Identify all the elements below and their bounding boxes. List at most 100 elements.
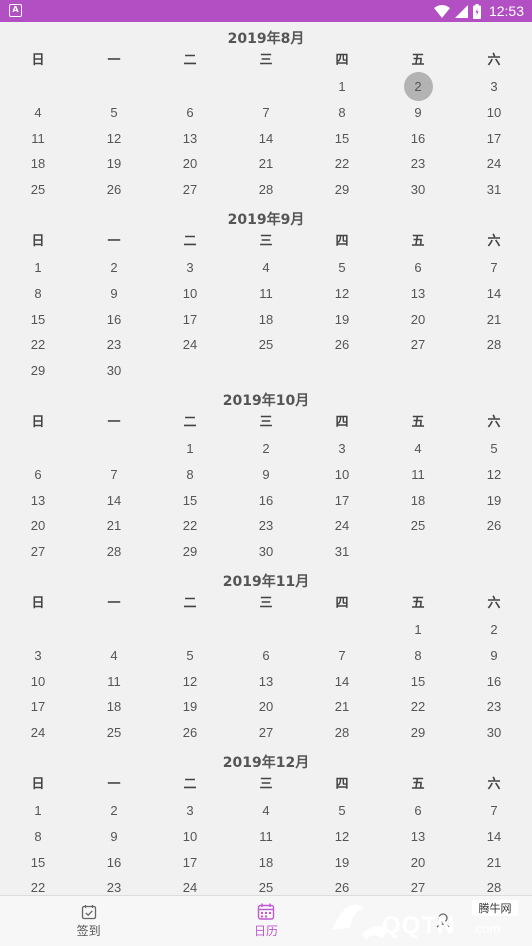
day-cell[interactable]: 26 bbox=[152, 720, 228, 746]
day-cell[interactable]: 5 bbox=[304, 798, 380, 824]
day-cell[interactable]: 14 bbox=[456, 824, 532, 850]
day-cell[interactable]: 17 bbox=[304, 488, 380, 514]
day-cell[interactable]: 12 bbox=[456, 462, 532, 488]
day-cell[interactable]: 22 bbox=[304, 151, 380, 177]
day-cell[interactable]: 6 bbox=[0, 462, 76, 488]
day-cell[interactable]: 24 bbox=[152, 332, 228, 358]
day-cell[interactable]: 13 bbox=[380, 824, 456, 850]
day-cell[interactable]: 26 bbox=[76, 177, 152, 203]
day-cell[interactable]: 16 bbox=[76, 850, 152, 876]
day-cell[interactable]: 6 bbox=[380, 798, 456, 824]
day-cell[interactable]: 12 bbox=[76, 126, 152, 152]
day-cell[interactable]: 14 bbox=[304, 669, 380, 695]
day-cell[interactable]: 3 bbox=[0, 643, 76, 669]
day-cell[interactable]: 4 bbox=[228, 798, 304, 824]
day-cell[interactable]: 22 bbox=[380, 694, 456, 720]
day-cell[interactable]: 11 bbox=[228, 281, 304, 307]
day-cell[interactable]: 3 bbox=[152, 798, 228, 824]
day-cell[interactable]: 2 bbox=[228, 436, 304, 462]
day-cell[interactable]: 26 bbox=[304, 332, 380, 358]
day-cell[interactable]: 9 bbox=[380, 100, 456, 126]
day-cell[interactable]: 2 bbox=[456, 617, 532, 643]
day-cell[interactable]: 8 bbox=[380, 643, 456, 669]
day-cell[interactable]: 13 bbox=[228, 669, 304, 695]
day-cell[interactable]: 7 bbox=[456, 255, 532, 281]
day-cell[interactable]: 13 bbox=[0, 488, 76, 514]
day-cell[interactable]: 28 bbox=[456, 875, 532, 895]
day-cell[interactable]: 10 bbox=[152, 824, 228, 850]
day-cell[interactable]: 15 bbox=[380, 669, 456, 695]
day-cell[interactable]: 26 bbox=[456, 513, 532, 539]
day-cell[interactable]: 19 bbox=[76, 151, 152, 177]
day-cell[interactable]: 18 bbox=[228, 307, 304, 333]
day-cell[interactable]: 24 bbox=[0, 720, 76, 746]
day-cell[interactable]: 15 bbox=[304, 126, 380, 152]
day-cell[interactable]: 11 bbox=[76, 669, 152, 695]
day-cell[interactable]: 31 bbox=[456, 177, 532, 203]
day-cell[interactable]: 16 bbox=[456, 669, 532, 695]
day-cell[interactable]: 25 bbox=[76, 720, 152, 746]
day-cell[interactable]: 5 bbox=[456, 436, 532, 462]
day-cell[interactable]: 7 bbox=[76, 462, 152, 488]
day-cell[interactable]: 28 bbox=[304, 720, 380, 746]
day-cell[interactable]: 23 bbox=[76, 332, 152, 358]
day-cell[interactable]: 3 bbox=[152, 255, 228, 281]
day-cell[interactable]: 10 bbox=[456, 100, 532, 126]
day-cell[interactable]: 19 bbox=[304, 850, 380, 876]
day-cell[interactable]: 11 bbox=[380, 462, 456, 488]
day-cell[interactable]: 28 bbox=[76, 539, 152, 565]
day-cell[interactable]: 17 bbox=[456, 126, 532, 152]
day-cell[interactable]: 7 bbox=[228, 100, 304, 126]
day-cell[interactable]: 4 bbox=[76, 643, 152, 669]
day-cell[interactable]: 25 bbox=[228, 332, 304, 358]
day-cell[interactable]: 21 bbox=[228, 151, 304, 177]
day-cell[interactable]: 24 bbox=[456, 151, 532, 177]
day-cell[interactable]: 14 bbox=[76, 488, 152, 514]
day-cell[interactable]: 20 bbox=[380, 850, 456, 876]
day-cell[interactable]: 13 bbox=[380, 281, 456, 307]
day-cell[interactable]: 1 bbox=[304, 74, 380, 100]
day-cell[interactable]: 29 bbox=[304, 177, 380, 203]
day-cell[interactable]: 27 bbox=[228, 720, 304, 746]
day-cell[interactable]: 13 bbox=[152, 126, 228, 152]
day-cell[interactable]: 6 bbox=[380, 255, 456, 281]
day-cell[interactable]: 3 bbox=[456, 74, 532, 100]
day-cell[interactable]: 27 bbox=[380, 875, 456, 895]
day-cell[interactable]: 21 bbox=[76, 513, 152, 539]
day-cell[interactable]: 1 bbox=[0, 255, 76, 281]
day-cell[interactable]: 19 bbox=[456, 488, 532, 514]
day-cell[interactable]: 27 bbox=[380, 332, 456, 358]
day-cell[interactable]: 10 bbox=[152, 281, 228, 307]
day-cell[interactable]: 18 bbox=[228, 850, 304, 876]
day-cell[interactable]: 4 bbox=[228, 255, 304, 281]
day-cell[interactable]: 20 bbox=[228, 694, 304, 720]
day-cell[interactable]: 16 bbox=[228, 488, 304, 514]
day-cell[interactable]: 23 bbox=[456, 694, 532, 720]
day-cell[interactable]: 20 bbox=[0, 513, 76, 539]
day-cell[interactable]: 3 bbox=[304, 436, 380, 462]
day-cell[interactable]: 20 bbox=[152, 151, 228, 177]
day-cell[interactable]: 23 bbox=[380, 151, 456, 177]
day-cell[interactable]: 10 bbox=[0, 669, 76, 695]
day-cell[interactable]: 30 bbox=[456, 720, 532, 746]
nav-calendar[interactable]: 日历 bbox=[177, 896, 354, 946]
day-cell[interactable]: 29 bbox=[0, 358, 76, 384]
day-cell[interactable]: 21 bbox=[456, 307, 532, 333]
day-cell[interactable]: 16 bbox=[380, 126, 456, 152]
day-cell[interactable]: 22 bbox=[152, 513, 228, 539]
day-cell[interactable]: 30 bbox=[76, 358, 152, 384]
day-cell[interactable]: 4 bbox=[380, 436, 456, 462]
day-cell[interactable]: 8 bbox=[0, 824, 76, 850]
day-cell[interactable]: 8 bbox=[0, 281, 76, 307]
day-cell[interactable]: 15 bbox=[152, 488, 228, 514]
day-cell[interactable]: 23 bbox=[228, 513, 304, 539]
day-cell[interactable]: 9 bbox=[76, 824, 152, 850]
day-cell[interactable]: 17 bbox=[152, 307, 228, 333]
day-cell[interactable]: 12 bbox=[304, 281, 380, 307]
day-cell[interactable]: 18 bbox=[76, 694, 152, 720]
day-cell[interactable]: 7 bbox=[304, 643, 380, 669]
day-cell[interactable]: 5 bbox=[152, 643, 228, 669]
day-cell[interactable]: 18 bbox=[380, 488, 456, 514]
day-cell[interactable]: 17 bbox=[0, 694, 76, 720]
nav-checkin[interactable]: 签到 bbox=[0, 896, 177, 946]
